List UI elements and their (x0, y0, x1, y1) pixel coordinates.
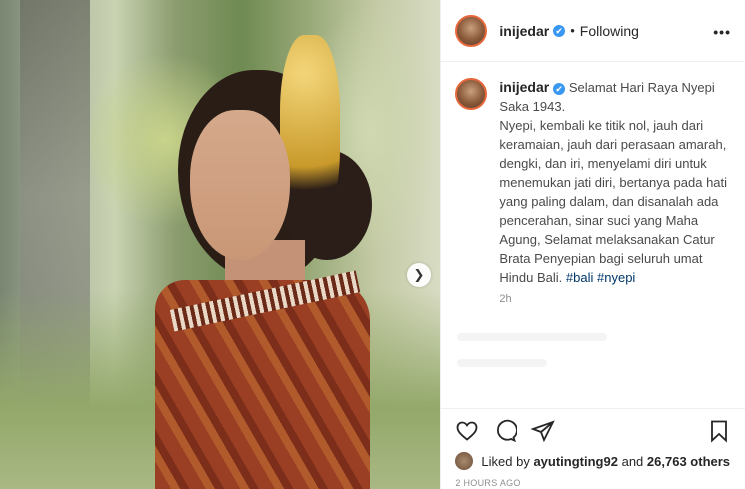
bookmark-icon[interactable] (707, 419, 731, 443)
liked-by-and: and (621, 453, 644, 469)
verified-badge-icon: ✔ (553, 24, 566, 37)
caption-text: inijedar ✔ Selamat Hari Raya Nyepi Saka 1… (499, 78, 729, 287)
likes-count-link[interactable]: 26,763 others (647, 454, 730, 469)
caption-body: Nyepi, kembali ke titik nol, jauh dari k… (499, 118, 728, 285)
comment-placeholder-line (457, 359, 548, 367)
username-link[interactable]: inijedar (499, 23, 549, 39)
next-photo-button[interactable]: ❯ (407, 263, 431, 287)
paper-plane-icon[interactable] (531, 419, 556, 443)
likes-row: Liked by ayutingting92 and 26,763 others (455, 452, 730, 470)
following-button[interactable]: Following (580, 23, 639, 39)
post-side-panel: inijedar ✔ • Following ••• inijedar ✔ Sel… (440, 0, 745, 489)
post-header: inijedar ✔ • Following ••• (441, 0, 745, 62)
comment-icon[interactable] (493, 419, 518, 443)
separator-dot: • (570, 23, 575, 38)
comment-placeholder-line (457, 333, 608, 341)
avatar[interactable] (455, 14, 488, 47)
caption-timestamp: 2h (499, 293, 512, 305)
woman-figure (130, 30, 372, 489)
comments-placeholder (457, 333, 745, 393)
liker-username[interactable]: ayutingting92 (533, 454, 618, 469)
liked-by-prefix: Liked by (481, 453, 530, 469)
action-bar (441, 408, 745, 452)
more-options-icon[interactable]: ••• (713, 24, 731, 40)
instagram-post: ❯ inijedar ✔ • Following ••• inijedar ✔ S… (0, 0, 745, 489)
caption-avatar[interactable] (455, 78, 488, 110)
heart-icon[interactable] (455, 419, 479, 443)
caption: inijedar ✔ Selamat Hari Raya Nyepi Saka 1… (441, 62, 745, 287)
chevron-right-icon: ❯ (413, 267, 425, 282)
liker-avatar[interactable] (455, 452, 474, 470)
verified-badge-icon: ✔ (553, 83, 566, 95)
hashtag-bali[interactable]: #bali (566, 270, 593, 285)
post-photo[interactable]: ❯ (0, 0, 441, 489)
post-age: 2 HOURS AGO (455, 478, 521, 488)
caption-username[interactable]: inijedar (499, 79, 549, 95)
hashtag-nyepi[interactable]: #nyepi (597, 270, 635, 285)
face (190, 110, 290, 260)
